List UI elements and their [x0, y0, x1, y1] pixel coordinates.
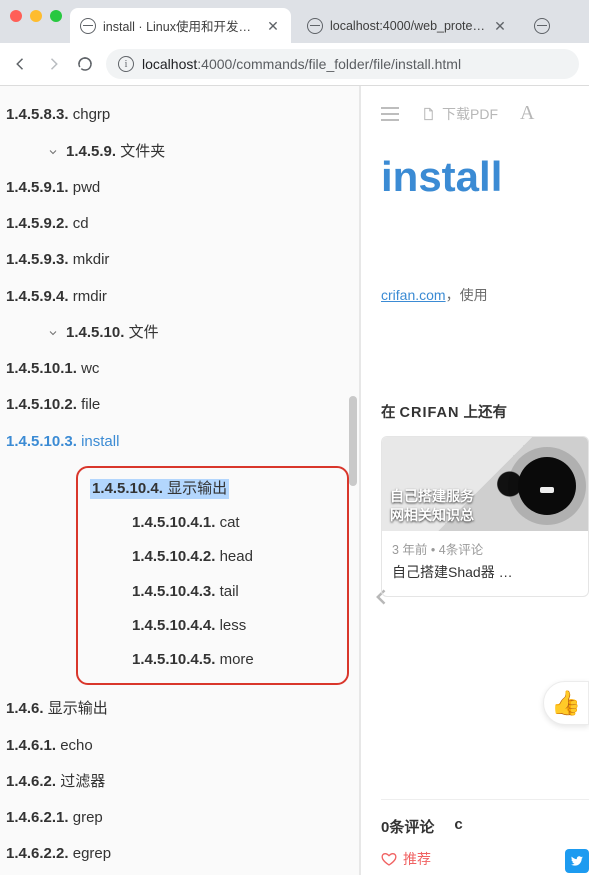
window-controls — [10, 10, 62, 22]
toc-item-pwd[interactable]: 1.4.5.9.1. pwd — [0, 170, 359, 206]
toc-item-head[interactable]: 1.4.5.10.4.2. head — [82, 540, 343, 574]
url-port: :4000 — [197, 56, 232, 72]
comments-extra: c — [454, 816, 462, 837]
toc-item-cd[interactable]: 1.4.5.9.2. cd — [0, 206, 359, 242]
citation-suffix: ，使用 — [446, 287, 488, 303]
font-button[interactable]: A — [520, 102, 534, 125]
related-card[interactable]: 自己搭建服务网相关知识总 3 年前 • 4条评论 自己搭建Shad器 … — [381, 436, 589, 597]
citation-link[interactable]: crifan.com — [381, 287, 446, 303]
close-tab-icon[interactable]: ✕ — [492, 19, 508, 33]
tab-1-title: install · Linux使用和开发心得 — [103, 16, 258, 35]
reload-button[interactable] — [74, 53, 96, 75]
toc-item-display-output[interactable]: 1.4.5.10.4. 显示输出 — [82, 472, 343, 506]
tab-3[interactable]: l — [524, 8, 564, 43]
toc-item-rmdir[interactable]: 1.4.5.9.4. rmdir — [0, 279, 359, 315]
tab-strip: install · Linux使用和开发心得 ✕ localhost:4000/… — [0, 0, 589, 43]
toc-item-egrep[interactable]: 1.4.6.2.2. egrep — [0, 836, 359, 872]
card-title: 自己搭建服务网相关知识总 — [382, 481, 588, 531]
toc-item-wc[interactable]: 1.4.5.10.1. wc — [0, 351, 359, 387]
toc-item-file2[interactable]: 1.4.5.10.2. file — [0, 387, 359, 423]
share-twitter-button[interactable] — [565, 849, 589, 873]
forward-button[interactable] — [42, 53, 64, 75]
recommend-button[interactable]: 推荐 — [381, 849, 431, 869]
toc-item-chgrp[interactable]: 1.4.5.8.3. chgrp — [0, 97, 359, 133]
toc-item-chmod[interactable]: 1.4.5.8.2. chmod — [0, 86, 359, 97]
card-description: 自己搭建Shad器 … — [382, 562, 588, 596]
toc-item-146[interactable]: 1.4.6. 显示输出 — [0, 691, 359, 727]
toc-item-install[interactable]: 1.4.5.10.3. install — [0, 424, 359, 460]
page-title: install — [381, 135, 589, 205]
back-button[interactable] — [10, 53, 32, 75]
toc-item-file[interactable]: 1.4.5.10. 文件 — [24, 315, 165, 351]
menu-icon[interactable] — [381, 107, 399, 121]
address-bar[interactable]: i localhost:4000/commands/file_folder/fi… — [106, 49, 579, 79]
url-text: localhost:4000/commands/file_folder/file… — [142, 56, 461, 72]
card-meta: 3 年前 • 4条评论 — [382, 531, 588, 562]
main-content: 下载PDF A install crifan.com，使用 在 CRIFAN 上… — [361, 86, 589, 875]
heart-icon — [381, 851, 397, 867]
like-button[interactable]: 👍 — [543, 681, 589, 725]
chevron-down-icon[interactable] — [44, 324, 62, 342]
toc-item-more[interactable]: 1.4.5.10.4.5. more — [82, 643, 343, 677]
download-pdf-button[interactable]: 下载PDF — [421, 104, 498, 124]
globe-icon — [307, 18, 323, 34]
chevron-down-icon[interactable] — [44, 143, 62, 161]
zoom-window-button[interactable] — [50, 10, 62, 22]
toc-item-echo[interactable]: 1.4.6.1. echo — [0, 728, 359, 764]
close-window-button[interactable] — [10, 10, 22, 22]
globe-icon — [80, 18, 96, 34]
also-on-line: 在 CRIFAN 上还有 — [381, 401, 589, 422]
download-pdf-label: 下载PDF — [442, 104, 498, 124]
tab-2[interactable]: localhost:4000/web_protect/ot ✕ — [297, 8, 518, 43]
twitter-icon — [570, 854, 584, 868]
globe-icon — [534, 18, 550, 34]
toc-item-filter[interactable]: 1.4.6.2. 过滤器 — [0, 764, 359, 800]
toc-item-grep[interactable]: 1.4.6.2.1. grep — [0, 800, 359, 836]
address-bar-row: i localhost:4000/commands/file_folder/fi… — [0, 43, 589, 86]
toc-item-tail[interactable]: 1.4.5.10.4.3. tail — [82, 575, 343, 609]
citation-line: crifan.com，使用 — [381, 285, 589, 305]
thumbs-up-icon: 👍 — [551, 689, 581, 718]
tab-1[interactable]: install · Linux使用和开发心得 ✕ — [70, 8, 291, 43]
tab-2-title: localhost:4000/web_protect/ot — [330, 19, 485, 33]
url-host: localhost — [142, 56, 197, 72]
card-image: 自己搭建服务网相关知识总 — [382, 437, 588, 531]
minimize-window-button[interactable] — [30, 10, 42, 22]
toc-item-less[interactable]: 1.4.5.10.4.4. less — [82, 609, 343, 643]
brand-name: CRIFAN — [400, 405, 460, 421]
highlight-group: 1.4.5.10.4. 显示输出 1.4.5.10.4.1. cat 1.4.5… — [76, 466, 349, 686]
toc-item-folder[interactable]: 1.4.5.9. 文件夹 — [24, 134, 171, 170]
recommend-label: 推荐 — [403, 849, 431, 869]
sidebar: 1.4.5.8.2. chmod 1.4.5.8.3. chgrp 1.4.5.… — [0, 86, 361, 875]
comments-header: 0条评论 c — [381, 799, 589, 837]
toc-item-mkdir[interactable]: 1.4.5.9.3. mkdir — [0, 242, 359, 278]
toc-item-cat[interactable]: 1.4.5.10.4.1. cat — [82, 506, 343, 540]
table-of-contents: 1.4.5.8.2. chmod 1.4.5.8.3. chgrp 1.4.5.… — [0, 86, 359, 875]
url-path: /commands/file_folder/file/install.html — [232, 56, 461, 72]
site-info-icon[interactable]: i — [118, 56, 134, 72]
close-tab-icon[interactable]: ✕ — [265, 19, 281, 33]
comments-count[interactable]: 0条评论 — [381, 816, 434, 837]
